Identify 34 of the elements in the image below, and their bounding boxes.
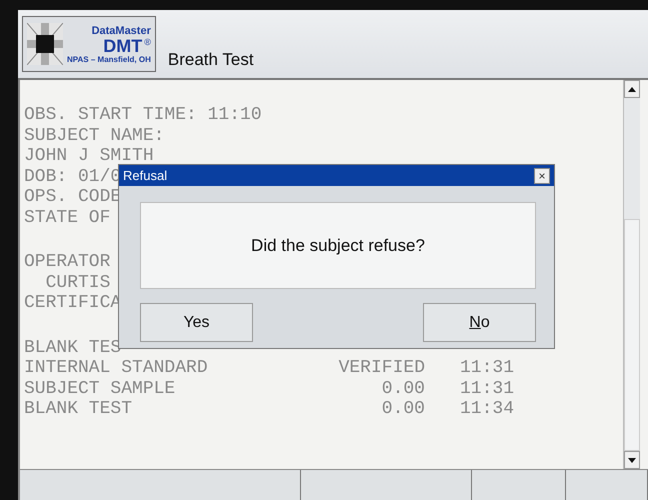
scrollbar[interactable] [623,80,640,469]
report-line: OPS. CODE [24,187,122,208]
dialog-message: Did the subject refuse? [140,202,536,289]
report-line: INTERNAL STANDARD [24,358,208,378]
report-time: 11:34 [460,399,514,420]
logo-brand-text: DataMaster [92,24,151,36]
screen-title: Breath Test [168,50,254,70]
report-line: STATE OF [24,208,110,228]
logo-model-text: DMT [103,36,142,54]
logo-location-text: NPAS – Mansfield, OH [67,54,151,64]
dialog-button[interactable]: No [423,303,536,342]
registered-mark: ® [144,36,151,46]
report-line: OPERATOR [24,252,110,272]
report-line: JOHN J SMITH [24,146,154,166]
report-line: CURTIS [44,272,110,293]
down-arrow-icon [628,458,636,462]
dialog-button[interactable]: Yes [140,303,253,342]
report-value: 0.00 [382,399,425,420]
scroll-up-button[interactable] [624,80,640,98]
scroll-down-button[interactable] [624,451,640,469]
report-time: 11:31 [460,378,514,399]
report-line: BLANK TEST [24,399,132,420]
report-value: VERIFIED [338,358,425,378]
close-button[interactable]: × [534,168,550,184]
report-line: OBS. START TIME: 11:10 [24,105,262,126]
report-line: SUBJECT NAME: [24,126,164,146]
report-line: SUBJECT SAMPLE [24,378,176,399]
dialog-title: Refusal [123,168,168,183]
up-arrow-icon [628,86,636,92]
scroll-thumb[interactable] [624,219,640,451]
report-line: CERTIFICA [24,293,122,314]
logo-icon [27,23,63,65]
report-time: 11:31 [460,358,514,378]
report-value: 0.00 [382,378,425,399]
